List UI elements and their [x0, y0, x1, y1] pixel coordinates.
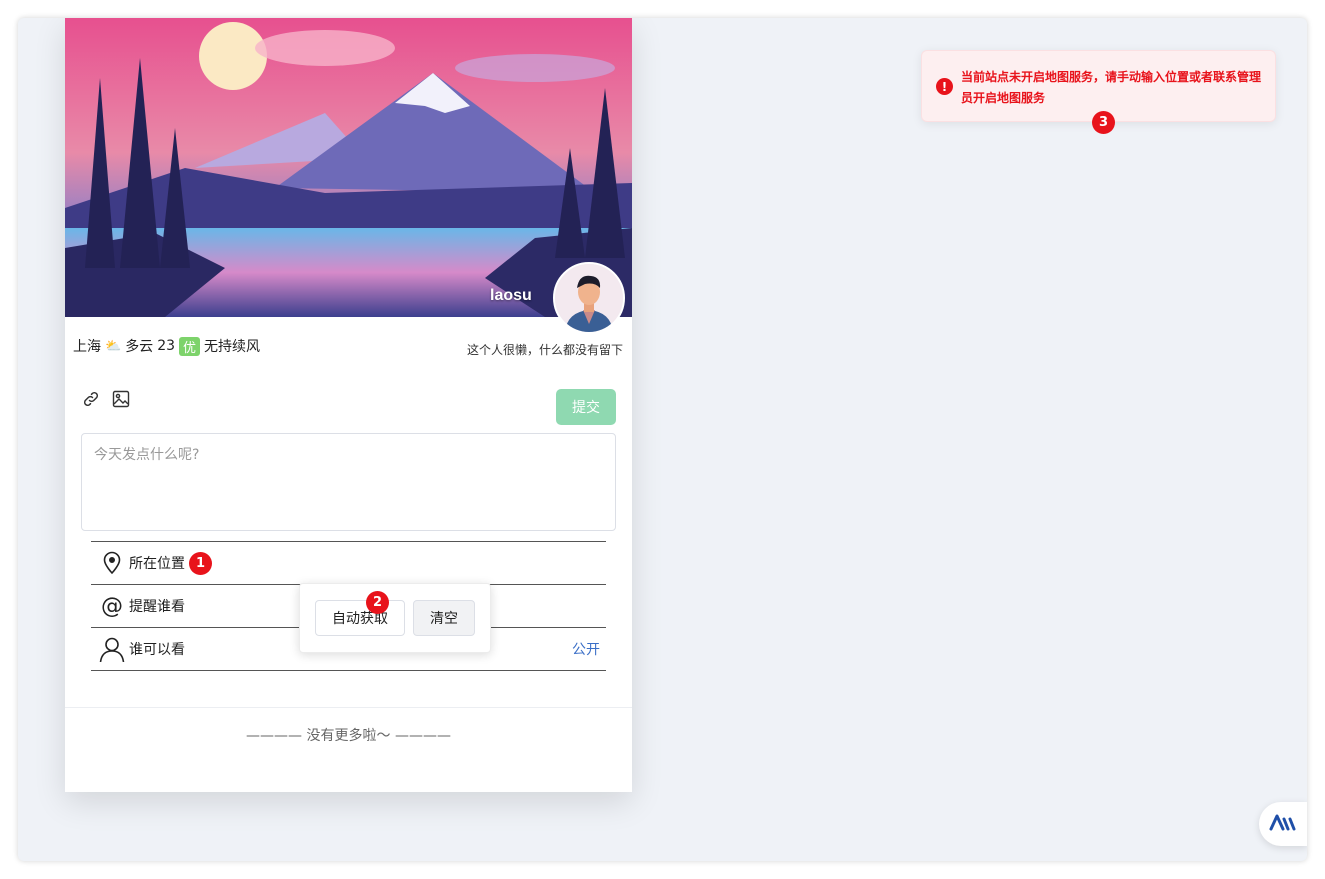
toast-message: 当前站点未开启地图服务，请手动输入位置或者联系管理员开启地图服务 — [961, 70, 1262, 105]
weather-wind: 无持续风 — [204, 339, 261, 355]
partly-cloudy-icon: ⛅ — [105, 338, 122, 354]
weather-info: 上海 ⛅ 多云 23 优 无持续风 — [73, 336, 260, 356]
assistant-logo-icon — [1269, 812, 1297, 836]
profile-username: laosu — [490, 287, 532, 304]
annotation-badge: 1 — [189, 551, 212, 575]
moments-card: laosu 上海 ⛅ 多云 23 优 无持续风 这个人很懒，什么都没有留下 提交… — [65, 18, 632, 792]
row-divider — [91, 670, 606, 671]
visibility-value[interactable]: 公开 — [572, 639, 600, 659]
weather-condition: 多云 — [125, 339, 154, 355]
weather-temperature: 23 — [157, 338, 176, 354]
assistant-fab[interactable] — [1259, 802, 1307, 846]
location-popover: 自动获取 清空 2 — [299, 583, 491, 653]
error-toast: ! 当前站点未开启地图服务，请手动输入位置或者联系管理员开启地图服务 3 — [921, 50, 1276, 134]
aqi-badge: 优 — [179, 336, 201, 356]
location-pin-icon — [99, 550, 125, 576]
no-more-text: ———— 没有更多啦～ ———— — [246, 728, 451, 744]
composer-tools — [81, 389, 131, 409]
app-window: laosu 上海 ⛅ 多云 23 优 无持续风 这个人很懒，什么都没有留下 提交… — [18, 18, 1307, 861]
clear-location-button[interactable]: 清空 — [413, 600, 475, 636]
error-icon: ! — [936, 78, 953, 95]
location-label: 所在位置 — [129, 556, 185, 572]
weather-city: 上海 — [73, 339, 101, 355]
post-textarea[interactable]: 今天发点什么呢? — [81, 433, 616, 531]
list-divider — [65, 707, 632, 708]
link-icon[interactable] — [81, 389, 101, 409]
submit-button[interactable]: 提交 — [556, 389, 616, 425]
visibility-label: 谁可以看 — [129, 642, 185, 658]
cover-image — [65, 18, 632, 317]
avatar[interactable] — [553, 262, 625, 334]
mention-label: 提醒谁看 — [129, 599, 185, 615]
at-icon: @ — [101, 593, 123, 619]
location-row[interactable]: 所在位置 1 — [91, 541, 606, 584]
auto-locate-button[interactable]: 自动获取 — [315, 600, 405, 636]
user-icon — [99, 636, 125, 662]
annotation-badge: 3 — [1092, 111, 1115, 134]
image-icon[interactable] — [111, 389, 131, 409]
profile-signature: 这个人很懒，什么都没有留下 — [466, 343, 623, 357]
annotation-badge: 2 — [366, 591, 389, 614]
